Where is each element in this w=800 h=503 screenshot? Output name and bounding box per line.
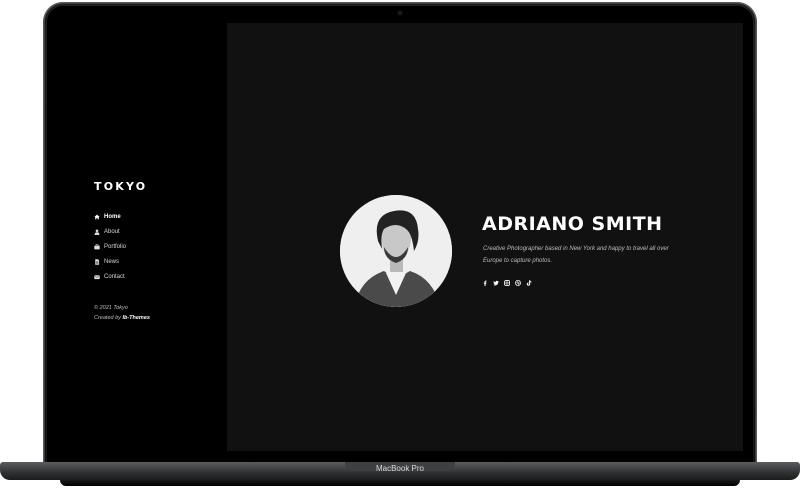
nav-item-label: Home: [104, 213, 121, 220]
social-links: [482, 280, 532, 286]
hero-bio: Creative Photographer based in New York …: [483, 246, 669, 264]
credit-line: Created by Ib-Themes: [94, 313, 150, 323]
laptop-feet: [60, 480, 740, 486]
nav-menu: Home About Portfolio News Contact: [94, 209, 126, 284]
webcam: [398, 11, 402, 15]
screen: TOKYO Home About Portfolio News Contact: [60, 23, 743, 451]
user-icon: [94, 228, 100, 235]
device-label: MacBook Pro: [375, 464, 425, 473]
sidebar: TOKYO Home About Portfolio News Contact: [60, 23, 227, 451]
nav-item-about[interactable]: About: [94, 224, 126, 239]
home-icon: [94, 214, 100, 219]
nav-item-label: Contact: [104, 273, 125, 280]
copyright: © 2021 Tokyo Created by Ib-Themes: [94, 303, 150, 323]
briefcase-icon: [94, 243, 100, 249]
dribbble-icon[interactable]: [515, 280, 521, 286]
site-logo[interactable]: TOKYO: [94, 180, 147, 193]
tiktok-icon[interactable]: [526, 280, 532, 286]
nav-item-label: About: [104, 228, 120, 235]
hero-section: ADRIANO SMITH Creative Photographer base…: [227, 23, 743, 451]
credit-prefix: Created by: [94, 315, 121, 321]
nav-item-portfolio[interactable]: Portfolio: [94, 239, 126, 254]
nav-item-contact[interactable]: Contact: [94, 269, 126, 284]
credit-author-link[interactable]: Ib-Themes: [122, 315, 150, 321]
instagram-icon[interactable]: [504, 280, 510, 286]
nav-item-home[interactable]: Home: [94, 209, 126, 224]
nav-item-label: Portfolio: [104, 243, 127, 250]
nav-item-label: News: [104, 258, 120, 265]
twitter-icon[interactable]: [493, 280, 499, 286]
profile-portrait: [340, 195, 452, 307]
document-icon: [95, 258, 100, 265]
facebook-icon[interactable]: [482, 280, 488, 286]
profile-photo: [340, 195, 452, 307]
copyright-text: © 2021 Tokyo: [94, 305, 128, 311]
hero-name: ADRIANO SMITH: [482, 213, 663, 235]
nav-item-news[interactable]: News: [94, 254, 126, 269]
envelope-icon: [94, 274, 100, 279]
